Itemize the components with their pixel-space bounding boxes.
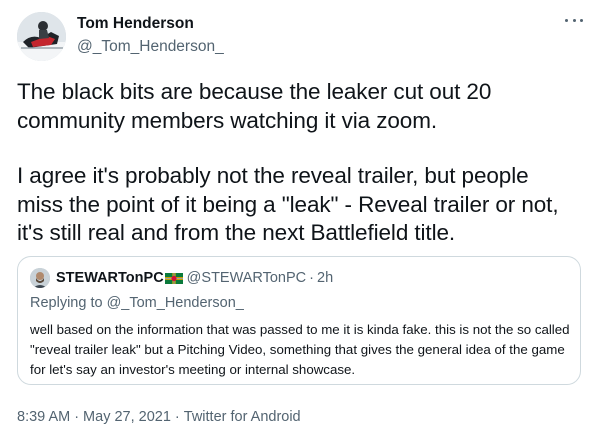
dominica-flag-icon xyxy=(164,272,183,284)
quoted-author-line: STEWARTonPC @STEWARTonPC · 2h xyxy=(56,270,333,286)
quoted-author-name: STEWARTonPC xyxy=(56,270,164,286)
replying-to: Replying to @_Tom_Henderson_ xyxy=(30,295,244,311)
dot xyxy=(565,18,568,22)
snowmobile-rider-avatar-icon xyxy=(17,12,66,61)
tweet-paragraph-1: The black bits are because the leaker cu… xyxy=(17,79,492,133)
quoted-tweet[interactable]: STEWARTonPC @STEWARTonPC · 2h Replying t… xyxy=(17,256,581,385)
bearded-man-avatar-icon xyxy=(30,268,50,288)
tweet-paragraph-2: I agree it's probably not the reveal tra… xyxy=(17,163,559,245)
tweet-time[interactable]: 8:39 AM xyxy=(17,409,70,425)
tweet-source[interactable]: Twitter for Android xyxy=(184,409,301,425)
tweet-meta: 8:39 AM · May 27, 2021 · Twitter for Android xyxy=(17,409,301,425)
tweet-date[interactable]: May 27, 2021 xyxy=(83,409,171,425)
author-avatar[interactable] xyxy=(17,12,66,61)
author-handle[interactable]: @_Tom_Henderson_ xyxy=(77,38,224,56)
separator: · xyxy=(309,270,314,286)
quoted-author-handle: @STEWARTonPC xyxy=(186,270,307,286)
author-name[interactable]: Tom Henderson xyxy=(77,15,194,33)
tweet-card: Tom Henderson @_Tom_Henderson_ The black… xyxy=(0,0,597,443)
quoted-tweet-text: well based on the information that was p… xyxy=(30,322,570,377)
separator: · xyxy=(74,409,80,425)
separator: · xyxy=(174,409,180,425)
dot xyxy=(580,18,583,22)
quoted-tweet-time: 2h xyxy=(317,270,334,286)
quoted-author-avatar xyxy=(30,268,50,288)
replying-prefix: Replying to xyxy=(30,295,107,311)
tweet-text: The black bits are because the leaker cu… xyxy=(17,78,587,248)
replying-to-mention[interactable]: @_Tom_Henderson_ xyxy=(107,295,244,311)
more-options-icon[interactable] xyxy=(565,16,583,24)
dot xyxy=(572,18,576,22)
